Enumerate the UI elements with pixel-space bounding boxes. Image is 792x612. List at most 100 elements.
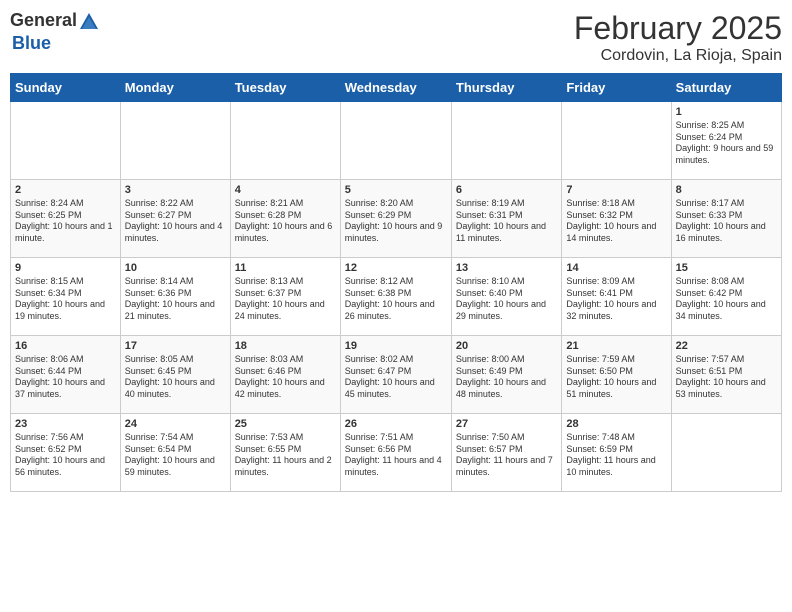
- day-number-5: 5: [345, 184, 447, 196]
- day-number-26: 26: [345, 418, 447, 430]
- calendar-cell-4: [451, 102, 561, 180]
- day-number-7: 7: [566, 184, 666, 196]
- day-number-10: 10: [125, 262, 226, 274]
- logo: General Blue: [10, 10, 101, 54]
- header-thursday: Thursday: [451, 74, 561, 102]
- day-info-6: Sunrise: 8:19 AM Sunset: 6:31 PM Dayligh…: [456, 198, 557, 245]
- calendar-cell-25: 20 Sunrise: 8:00 AM Sunset: 6:49 PM Dayli…: [451, 336, 561, 414]
- calendar-cell-19: 14 Sunrise: 8:09 AM Sunset: 6:41 PM Dayli…: [562, 258, 671, 336]
- day-info-20: Sunrise: 8:00 AM Sunset: 6:49 PM Dayligh…: [456, 354, 557, 401]
- calendar-cell-33: 28Sunrise: 7:48 AM Sunset: 6:59 PM Dayli…: [562, 414, 671, 492]
- day-number-3: 3: [125, 184, 226, 196]
- calendar-cell-2: [230, 102, 340, 180]
- main-title: February 2025: [574, 10, 782, 47]
- calendar-cell-8: 3 Sunrise: 8:22 AM Sunset: 6:27 PM Daylig…: [120, 180, 230, 258]
- day-info-25: Sunrise: 7:53 AM Sunset: 6:55 PM Dayligh…: [235, 432, 336, 479]
- day-info-5: Sunrise: 8:20 AM Sunset: 6:29 PM Dayligh…: [345, 198, 447, 245]
- day-number-17: 17: [125, 340, 226, 352]
- day-info-15: Sunrise: 8:08 AM Sunset: 6:42 PM Dayligh…: [676, 276, 777, 323]
- calendar-cell-28: 23 Sunrise: 7:56 AM Sunset: 6:52 PM Dayli…: [11, 414, 121, 492]
- calendar-cell-14: 9 Sunrise: 8:15 AM Sunset: 6:34 PM Daylig…: [11, 258, 121, 336]
- calendar-cell-18: 13Sunrise: 8:10 AM Sunset: 6:40 PM Dayli…: [451, 258, 561, 336]
- header-saturday: Saturday: [671, 74, 781, 102]
- calendar-row-2: 9 Sunrise: 8:15 AM Sunset: 6:34 PM Daylig…: [11, 258, 782, 336]
- calendar-cell-10: 5 Sunrise: 8:20 AM Sunset: 6:29 PM Daylig…: [340, 180, 451, 258]
- day-info-9: Sunrise: 8:15 AM Sunset: 6:34 PM Dayligh…: [15, 276, 116, 323]
- day-number-11: 11: [235, 262, 336, 274]
- day-number-9: 9: [15, 262, 116, 274]
- header-tuesday: Tuesday: [230, 74, 340, 102]
- day-info-24: Sunrise: 7:54 AM Sunset: 6:54 PM Dayligh…: [125, 432, 226, 479]
- logo-text: General Blue: [10, 10, 101, 54]
- day-number-23: 23: [15, 418, 116, 430]
- title-area: February 2025 Cordovin, La Rioja, Spain: [574, 10, 782, 65]
- day-number-15: 15: [676, 262, 777, 274]
- day-info-12: Sunrise: 8:12 AM Sunset: 6:38 PM Dayligh…: [345, 276, 447, 323]
- calendar-cell-12: 7 Sunrise: 8:18 AM Sunset: 6:32 PM Daylig…: [562, 180, 671, 258]
- day-info-27: Sunrise: 7:50 AM Sunset: 6:57 PM Dayligh…: [456, 432, 557, 479]
- calendar-cell-29: 24Sunrise: 7:54 AM Sunset: 6:54 PM Dayli…: [120, 414, 230, 492]
- day-info-1: Sunrise: 8:25 AM Sunset: 6:24 PM Dayligh…: [676, 120, 777, 167]
- day-info-19: Sunrise: 8:02 AM Sunset: 6:47 PM Dayligh…: [345, 354, 447, 401]
- day-info-16: Sunrise: 8:06 AM Sunset: 6:44 PM Dayligh…: [15, 354, 116, 401]
- calendar-cell-5: [562, 102, 671, 180]
- day-info-2: Sunrise: 8:24 AM Sunset: 6:25 PM Dayligh…: [15, 198, 116, 245]
- day-info-22: Sunrise: 7:57 AM Sunset: 6:51 PM Dayligh…: [676, 354, 777, 401]
- calendar-cell-24: 19 Sunrise: 8:02 AM Sunset: 6:47 PM Dayli…: [340, 336, 451, 414]
- header-wednesday: Wednesday: [340, 74, 451, 102]
- calendar-cell-3: [340, 102, 451, 180]
- header-monday: Monday: [120, 74, 230, 102]
- calendar-cell-0: [11, 102, 121, 180]
- day-info-23: Sunrise: 7:56 AM Sunset: 6:52 PM Dayligh…: [15, 432, 116, 479]
- day-number-13: 13: [456, 262, 557, 274]
- calendar-cell-9: 4 Sunrise: 8:21 AM Sunset: 6:28 PM Daylig…: [230, 180, 340, 258]
- calendar-cell-34: [671, 414, 781, 492]
- calendar-cell-26: 21 Sunrise: 7:59 AM Sunset: 6:50 PM Dayli…: [562, 336, 671, 414]
- calendar-cell-1: [120, 102, 230, 180]
- day-info-21: Sunrise: 7:59 AM Sunset: 6:50 PM Dayligh…: [566, 354, 666, 401]
- day-number-1: 1: [676, 106, 777, 118]
- page: General Blue February 2025 Cordovin, La …: [0, 0, 792, 612]
- day-number-22: 22: [676, 340, 777, 352]
- calendar-cell-15: 10Sunrise: 8:14 AM Sunset: 6:36 PM Dayli…: [120, 258, 230, 336]
- day-number-12: 12: [345, 262, 447, 274]
- day-info-17: Sunrise: 8:05 AM Sunset: 6:45 PM Dayligh…: [125, 354, 226, 401]
- day-number-14: 14: [566, 262, 666, 274]
- calendar-row-0: 1 Sunrise: 8:25 AM Sunset: 6:24 PM Daylig…: [11, 102, 782, 180]
- header-sunday: Sunday: [11, 74, 121, 102]
- calendar-row-3: 16 Sunrise: 8:06 AM Sunset: 6:44 PM Dayli…: [11, 336, 782, 414]
- calendar-cell-32: 27Sunrise: 7:50 AM Sunset: 6:57 PM Dayli…: [451, 414, 561, 492]
- day-number-21: 21: [566, 340, 666, 352]
- day-info-28: Sunrise: 7:48 AM Sunset: 6:59 PM Dayligh…: [566, 432, 666, 479]
- day-number-18: 18: [235, 340, 336, 352]
- calendar-row-1: 2Sunrise: 8:24 AM Sunset: 6:25 PM Daylig…: [11, 180, 782, 258]
- calendar: Sunday Monday Tuesday Wednesday Thursday…: [10, 73, 782, 492]
- calendar-cell-16: 11Sunrise: 8:13 AM Sunset: 6:37 PM Dayli…: [230, 258, 340, 336]
- calendar-cell-11: 6 Sunrise: 8:19 AM Sunset: 6:31 PM Daylig…: [451, 180, 561, 258]
- logo-general: General: [10, 10, 77, 30]
- logo-blue: Blue: [12, 33, 51, 53]
- day-info-14: Sunrise: 8:09 AM Sunset: 6:41 PM Dayligh…: [566, 276, 666, 323]
- day-info-4: Sunrise: 8:21 AM Sunset: 6:28 PM Dayligh…: [235, 198, 336, 245]
- day-info-18: Sunrise: 8:03 AM Sunset: 6:46 PM Dayligh…: [235, 354, 336, 401]
- logo-icon: [78, 11, 100, 33]
- day-info-7: Sunrise: 8:18 AM Sunset: 6:32 PM Dayligh…: [566, 198, 666, 245]
- day-number-19: 19: [345, 340, 447, 352]
- day-number-20: 20: [456, 340, 557, 352]
- day-number-6: 6: [456, 184, 557, 196]
- calendar-cell-13: 8Sunrise: 8:17 AM Sunset: 6:33 PM Daylig…: [671, 180, 781, 258]
- day-info-26: Sunrise: 7:51 AM Sunset: 6:56 PM Dayligh…: [345, 432, 447, 479]
- calendar-cell-20: 15 Sunrise: 8:08 AM Sunset: 6:42 PM Dayli…: [671, 258, 781, 336]
- calendar-cell-17: 12 Sunrise: 8:12 AM Sunset: 6:38 PM Dayli…: [340, 258, 451, 336]
- day-number-4: 4: [235, 184, 336, 196]
- day-info-8: Sunrise: 8:17 AM Sunset: 6:33 PM Dayligh…: [676, 198, 777, 245]
- calendar-cell-22: 17 Sunrise: 8:05 AM Sunset: 6:45 PM Dayli…: [120, 336, 230, 414]
- header-friday: Friday: [562, 74, 671, 102]
- calendar-cell-7: 2Sunrise: 8:24 AM Sunset: 6:25 PM Daylig…: [11, 180, 121, 258]
- calendar-cell-6: 1 Sunrise: 8:25 AM Sunset: 6:24 PM Daylig…: [671, 102, 781, 180]
- calendar-cell-23: 18 Sunrise: 8:03 AM Sunset: 6:46 PM Dayli…: [230, 336, 340, 414]
- day-number-16: 16: [15, 340, 116, 352]
- calendar-cell-27: 22 Sunrise: 7:57 AM Sunset: 6:51 PM Dayli…: [671, 336, 781, 414]
- calendar-cell-30: 25Sunrise: 7:53 AM Sunset: 6:55 PM Dayli…: [230, 414, 340, 492]
- day-info-3: Sunrise: 8:22 AM Sunset: 6:27 PM Dayligh…: [125, 198, 226, 245]
